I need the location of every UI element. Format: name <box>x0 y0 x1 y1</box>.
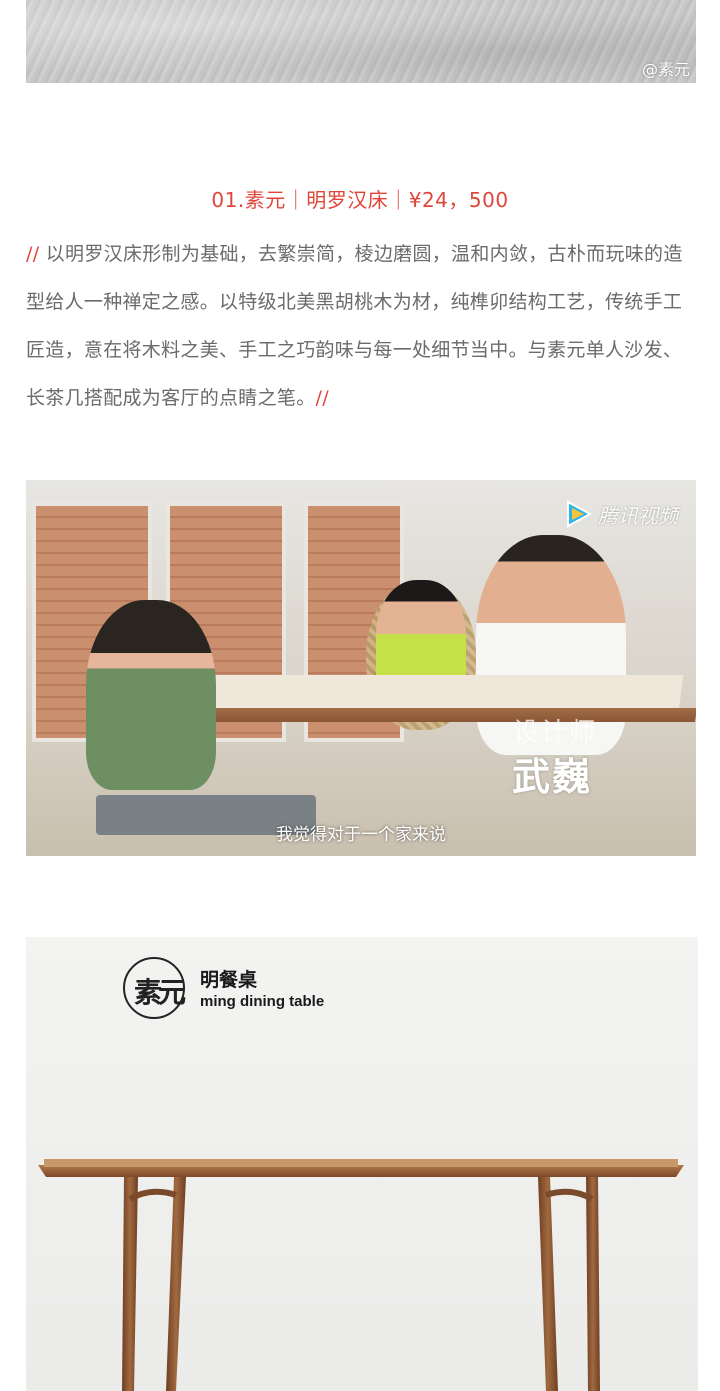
slash-close: // <box>315 387 329 409</box>
description-text: 以明罗汉床形制为基础，去繁崇简，棱边磨圆，温和内敛，古朴而玩味的造型给人一种禅定… <box>26 243 683 409</box>
play-icon <box>562 498 594 530</box>
video-subtitle: 我觉得对于一个家来说 <box>276 825 446 845</box>
product-description: // 以明罗汉床形制为基础，去繁崇简，棱边磨圆，温和内敛，古朴而玩味的造型给人一… <box>26 230 696 422</box>
video-brand: 腾讯视频 <box>562 498 678 530</box>
slash-open: // <box>26 243 40 265</box>
person-girl <box>86 600 216 790</box>
brand-label: 腾讯视频 <box>598 503 678 528</box>
photo-watermark: @素元 <box>641 60 690 79</box>
product-photo-top: @素元 <box>26 0 696 83</box>
table-edge <box>195 708 696 722</box>
table-surface <box>198 675 684 711</box>
designer-name: 武巍 <box>512 755 593 799</box>
video-frame[interactable]: 腾讯视频 设计师 武巍 我觉得对于一个家来说 <box>26 480 696 856</box>
dining-table-illustration <box>38 1159 684 1391</box>
designer-role: 设计师 <box>513 718 598 748</box>
dining-table-photo: 素元 明餐桌 ming dining table <box>26 937 698 1391</box>
product-title: 01.素元｜明罗汉床｜¥24，500 <box>211 188 509 212</box>
